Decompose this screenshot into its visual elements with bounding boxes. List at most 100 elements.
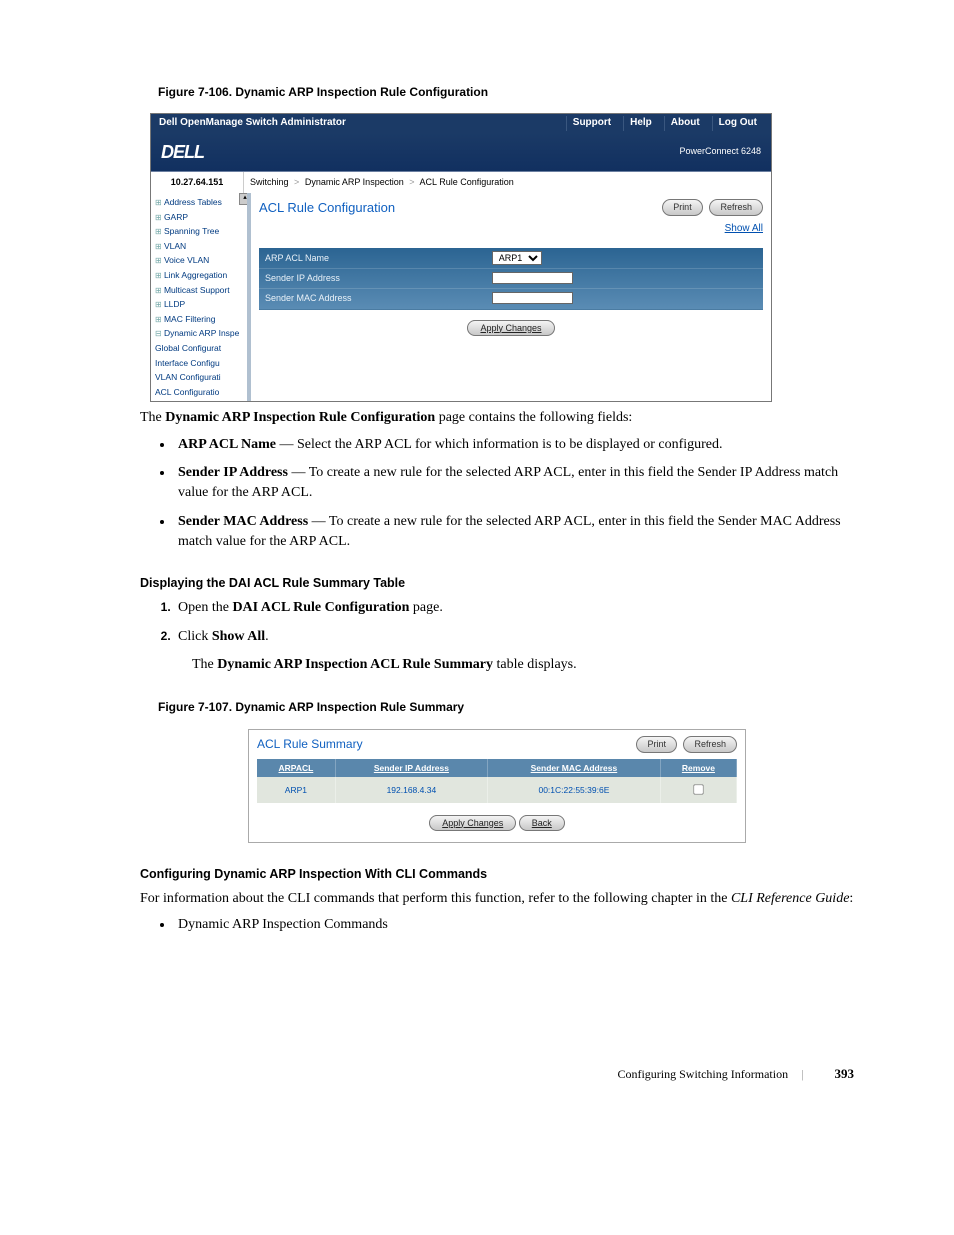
field-acl-name-desc: — Select the ARP ACL for which informati… <box>276 437 723 452</box>
menu-help[interactable]: Help <box>623 116 658 131</box>
cli-text-a: For information about the CLI commands t… <box>140 891 731 906</box>
nav-item-address-tables[interactable]: Address Tables <box>153 195 245 210</box>
table-row: ARP1 192.168.4.34 00:1C:22:55:39:6E <box>257 777 737 802</box>
cell-sender-mac: 00:1C:22:55:39:6E <box>487 777 660 802</box>
content-header: ACL Rule Configuration Print Refresh <box>259 199 763 218</box>
logo-row: DELL PowerConnect 6248 <box>151 133 771 171</box>
show-all-link[interactable]: Show All <box>725 223 763 234</box>
step-2a: Click <box>178 629 212 644</box>
scroll-up-icon[interactable]: ▴ <box>239 193 251 205</box>
app-title-bar: Dell OpenManage Switch Administrator Sup… <box>151 114 771 133</box>
intro-text: The Dynamic ARP Inspection Rule Configur… <box>140 408 854 428</box>
menu-logout[interactable]: Log Out <box>712 116 763 131</box>
main-row: ▴ Address Tables GARP Spanning Tree VLAN… <box>151 193 771 401</box>
footer-page: 393 <box>835 1066 855 1081</box>
cell-sender-ip: 192.168.4.34 <box>335 777 487 802</box>
cli-text-b: CLI Reference Guide <box>731 891 849 906</box>
breadcrumb-sep: > <box>409 177 414 187</box>
step-2-subc: table displays. <box>493 657 577 672</box>
field-sender-mac: Sender MAC Address — To create a new rul… <box>174 512 854 553</box>
nav-tree[interactable]: ▴ Address Tables GARP Spanning Tree VLAN… <box>151 193 251 401</box>
step-1: Open the DAI ACL Rule Configuration page… <box>174 598 854 618</box>
figure-106-window: Dell OpenManage Switch Administrator Sup… <box>150 113 772 402</box>
fields-bullet-list: ARP ACL Name — Select the ARP ACL for wh… <box>170 435 854 552</box>
cli-text: For information about the CLI commands t… <box>140 889 854 909</box>
col-sender-mac[interactable]: Sender MAC Address <box>487 759 660 777</box>
field-sender-ip-label: Sender IP Address <box>178 465 288 480</box>
nav-sub-vlan-config[interactable]: VLAN Configurati <box>153 370 245 385</box>
field-sender-mac-label: Sender MAC Address <box>178 514 308 529</box>
nav-item-garp[interactable]: GARP <box>153 210 245 225</box>
field-acl-name: ARP ACL Name — Select the ARP ACL for wh… <box>174 435 854 455</box>
breadcrumb-sep: > <box>294 177 299 187</box>
sender-ip-input[interactable] <box>492 272 573 284</box>
nav-item-mac-filtering[interactable]: MAC Filtering <box>153 312 245 327</box>
device-ip: 10.27.64.151 <box>151 172 244 193</box>
form-table: ARP ACL Name ARP1 Sender IP Address Send… <box>259 248 763 309</box>
col-arpacl[interactable]: ARPACL <box>257 759 335 777</box>
figure-107-window: ACL Rule Summary Print Refresh ARPACL Se… <box>248 729 746 843</box>
menu-about[interactable]: About <box>664 116 706 131</box>
summary-print-button[interactable]: Print <box>636 736 677 753</box>
cli-bullet-list: Dynamic ARP Inspection Commands <box>170 915 854 935</box>
apply-changes-button[interactable]: Apply Changes <box>467 320 554 336</box>
steps-list: Open the DAI ACL Rule Configuration page… <box>170 598 854 647</box>
step-1c: page. <box>409 600 442 615</box>
nav-item-vlan[interactable]: VLAN <box>153 239 245 254</box>
sender-mac-label: Sender MAC Address <box>259 289 486 309</box>
summary-header: ACL Rule Summary Print Refresh <box>257 736 737 753</box>
nav-sub-global-config[interactable]: Global Configurat <box>153 341 245 356</box>
col-remove[interactable]: Remove <box>660 759 736 777</box>
step-2-subb: Dynamic ARP Inspection ACL Rule Summary <box>217 657 493 672</box>
sender-mac-input[interactable] <box>492 292 573 304</box>
nav-sub-interface-config[interactable]: Interface Configu <box>153 356 245 371</box>
nav-sub-acl-config[interactable]: ACL Configuratio <box>153 385 245 400</box>
remove-checkbox[interactable] <box>694 785 704 795</box>
step-2-suba: The <box>192 657 217 672</box>
summary-title: ACL Rule Summary <box>257 736 632 753</box>
summary-refresh-button[interactable]: Refresh <box>683 736 737 753</box>
menu-support[interactable]: Support <box>566 116 617 131</box>
print-button[interactable]: Print <box>662 199 703 216</box>
cli-bullet: Dynamic ARP Inspection Commands <box>174 915 854 935</box>
nav-item-link-aggregation[interactable]: Link Aggregation <box>153 268 245 283</box>
device-model: PowerConnect 6248 <box>204 145 761 158</box>
summary-back-button[interactable]: Back <box>519 815 565 831</box>
step-2c: . <box>265 629 269 644</box>
figure-106-caption: Figure 7-106. Dynamic ARP Inspection Rul… <box>158 84 854 101</box>
step-1a: Open the <box>178 600 232 615</box>
step-1b: DAI ACL Rule Configuration <box>232 600 409 615</box>
footer-sep: | <box>801 1067 803 1081</box>
nav-item-voice-vlan[interactable]: Voice VLAN <box>153 253 245 268</box>
page-footer: Configuring Switching Information | 393 <box>140 1065 854 1084</box>
sender-ip-label: Sender IP Address <box>259 269 486 289</box>
cell-arpacl: ARP1 <box>257 777 335 802</box>
cli-text-c: : <box>849 891 853 906</box>
showall-row: Show All <box>259 222 763 237</box>
cli-heading: Configuring Dynamic ARP Inspection With … <box>140 865 854 883</box>
refresh-button[interactable]: Refresh <box>709 199 763 216</box>
nav-item-dynamic-arp[interactable]: Dynamic ARP Inspe <box>153 326 245 341</box>
breadcrumb-c[interactable]: ACL Rule Configuration <box>420 177 514 187</box>
summary-apply-row: Apply Changes Back <box>257 817 737 830</box>
field-sender-ip: Sender IP Address — To create a new rule… <box>174 463 854 504</box>
nav-item-lldp[interactable]: LLDP <box>153 297 245 312</box>
summary-apply-button[interactable]: Apply Changes <box>429 815 516 831</box>
nav-item-multicast-support[interactable]: Multicast Support <box>153 283 245 298</box>
content-pane: ACL Rule Configuration Print Refresh Sho… <box>251 193 771 401</box>
dell-logo: DELL <box>161 139 204 165</box>
col-sender-ip[interactable]: Sender IP Address <box>335 759 487 777</box>
breadcrumb-a[interactable]: Switching <box>250 177 289 187</box>
breadcrumb-row: 10.27.64.151 Switching > Dynamic ARP Ins… <box>151 171 771 193</box>
acl-name-select[interactable]: ARP1 <box>492 251 542 265</box>
step-2: Click Show All. <box>174 627 854 647</box>
nav-item-spanning-tree[interactable]: Spanning Tree <box>153 224 245 239</box>
step-2-sub: The Dynamic ARP Inspection ACL Rule Summ… <box>192 655 854 675</box>
summary-table: ARPACL Sender IP Address Sender MAC Addr… <box>257 759 737 803</box>
field-acl-name-label: ARP ACL Name <box>178 437 276 452</box>
breadcrumb-b[interactable]: Dynamic ARP Inspection <box>305 177 404 187</box>
breadcrumb: Switching > Dynamic ARP Inspection > ACL… <box>244 172 771 193</box>
step-2b: Show All <box>212 629 265 644</box>
apply-row: Apply Changes <box>259 322 763 337</box>
acl-name-label: ARP ACL Name <box>259 248 486 269</box>
